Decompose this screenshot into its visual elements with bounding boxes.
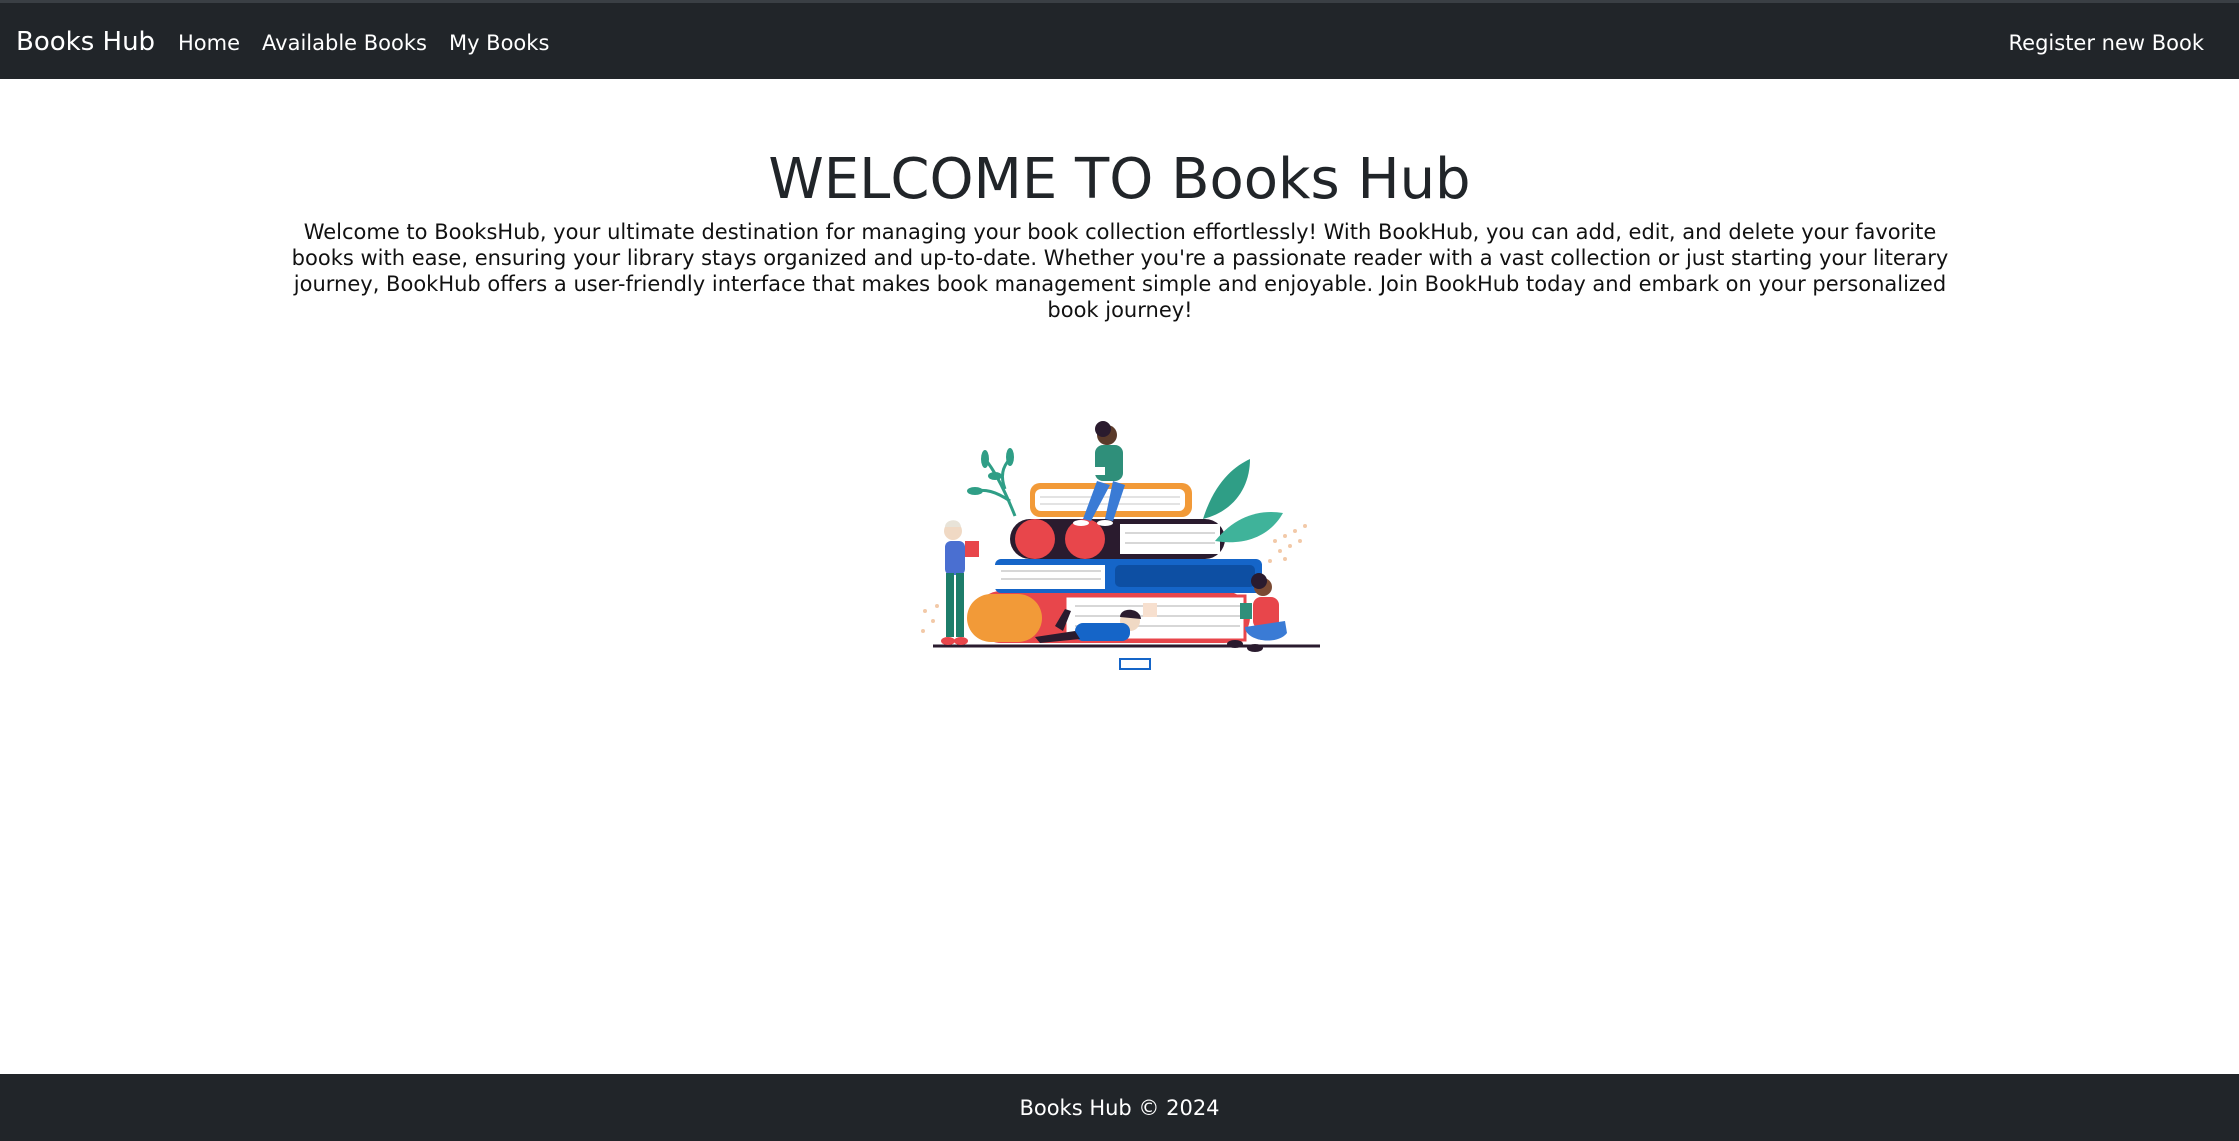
nav-link-my-books[interactable]: My Books xyxy=(449,29,549,57)
plant-left-leaves xyxy=(967,448,1014,495)
intro-paragraph: Welcome to BooksHub, your ultimate desti… xyxy=(291,220,1949,322)
people-reading-illustration xyxy=(915,341,1325,681)
dot-decoration-right xyxy=(1268,524,1307,563)
dark-book-layer xyxy=(1010,519,1225,559)
footer-copyright: Books Hub © 2024 xyxy=(1019,1096,1220,1120)
main-content: WELCOME TO Books Hub Welcome to BooksHub… xyxy=(0,79,2239,1074)
page-title: WELCOME TO Books Hub xyxy=(768,147,1471,212)
nav-link-register-new-book[interactable]: Register new Book xyxy=(2009,29,2204,57)
book-stack-illustration-svg xyxy=(921,421,1320,670)
plant-left xyxy=(974,457,1017,517)
nav-link-available-books[interactable]: Available Books xyxy=(262,29,427,57)
navbar: Books Hub Home Available Books My Books … xyxy=(0,3,2239,79)
brand-logo-link[interactable]: Books Hub xyxy=(16,26,155,58)
dot-decoration-left xyxy=(921,604,939,633)
nav-link-home[interactable]: Home xyxy=(178,29,240,57)
footer: Books Hub © 2024 xyxy=(0,1074,2239,1141)
blue-book-layer xyxy=(995,559,1262,593)
nav-links: Home Available Books My Books xyxy=(178,29,549,57)
